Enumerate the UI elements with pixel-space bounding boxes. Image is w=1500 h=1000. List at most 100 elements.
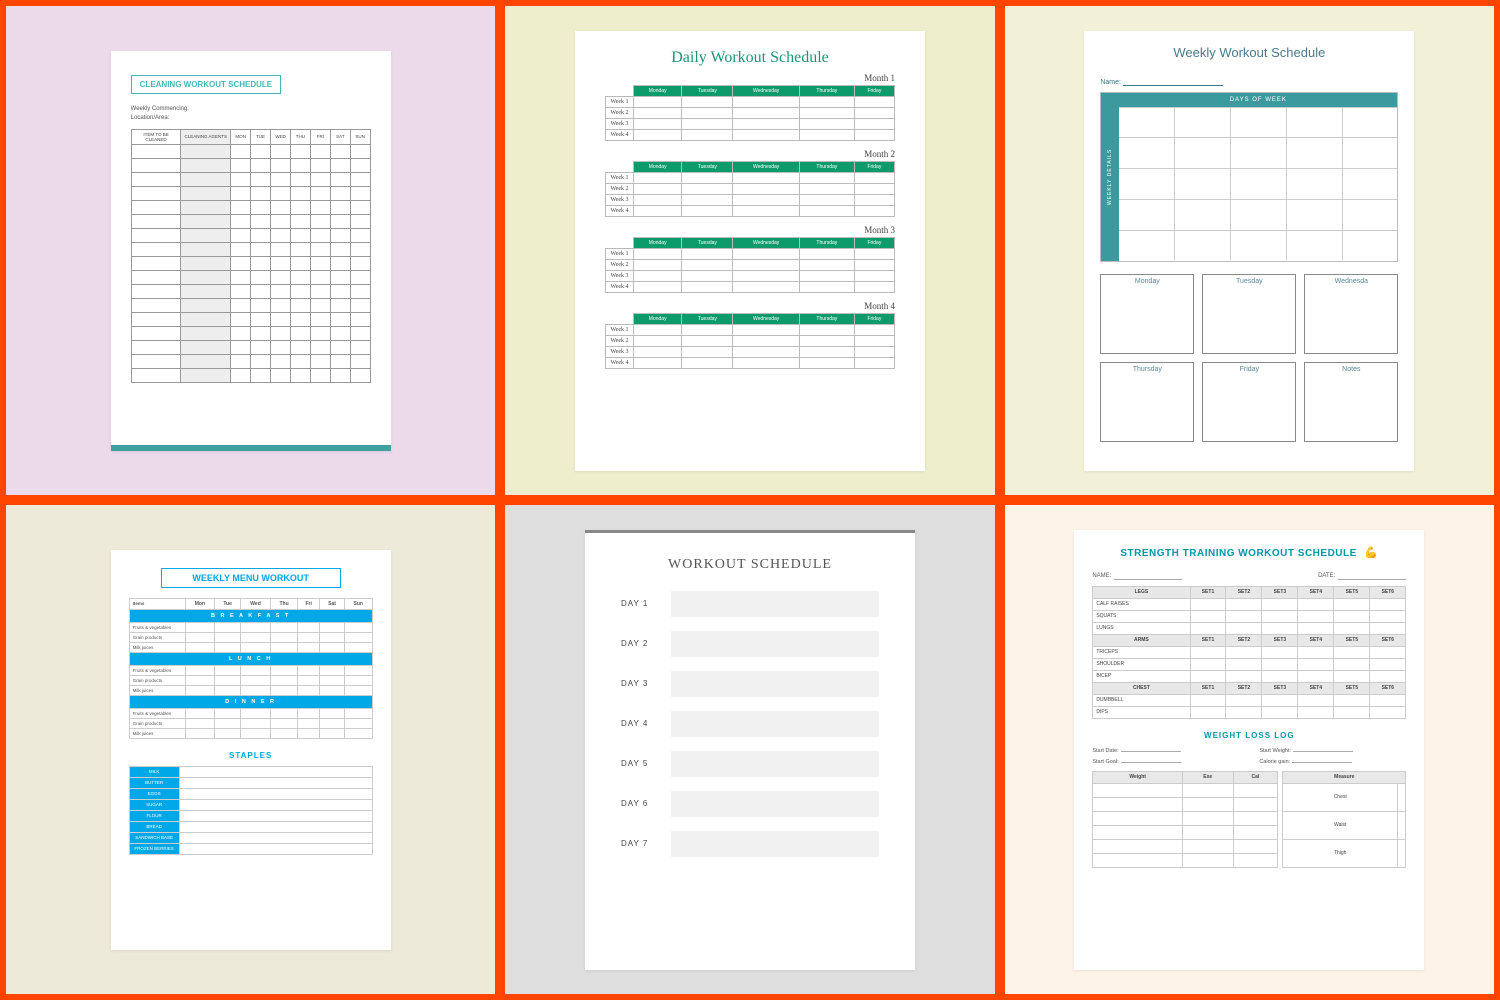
body-part: Waist: [1283, 811, 1398, 839]
row-week: Week 3: [605, 118, 633, 129]
row-item: Grain products: [129, 675, 185, 685]
template-daily-schedule[interactable]: Daily Workout Schedule Month 1MondayTues…: [505, 6, 994, 495]
th-day: Thursday: [799, 313, 854, 324]
th-day: Mon: [185, 598, 214, 609]
day-label: DAY 2: [621, 639, 671, 648]
log-col: Cal: [1233, 771, 1278, 783]
meal-header: L U N C H: [129, 652, 372, 665]
th-day: FRI: [310, 129, 330, 144]
row-item: Fruits & vegetables: [129, 622, 185, 632]
set-header: SET3: [1262, 682, 1298, 694]
row-item: Grain products: [129, 632, 185, 642]
footer-bar: [111, 445, 391, 451]
staple-label: BUTTER: [129, 777, 179, 788]
th-day: Friday: [854, 313, 894, 324]
staples-table: MILKBUTTEREGGSSUGARFLOURBREADSANDWICH BA…: [129, 766, 373, 855]
exercise-row: SHOULDER: [1093, 658, 1190, 670]
template-menu-workout[interactable]: WEEKLY MENU WORKOUT ItemsMonTueWedThuFri…: [6, 505, 495, 994]
set-header: SET4: [1298, 682, 1334, 694]
log-col: Exe: [1182, 771, 1233, 783]
day-row: DAY 4: [621, 711, 879, 737]
day-row: DAY 5: [621, 751, 879, 777]
page: Weekly Workout Schedule Name: WEEKLY DET…: [1084, 31, 1414, 471]
set-header: SET1: [1190, 634, 1226, 646]
th-items: Items: [129, 598, 185, 609]
row-week: Week 2: [605, 107, 633, 118]
day-row: DAY 6: [621, 791, 879, 817]
day-row: DAY 2: [621, 631, 879, 657]
template-cleaning-schedule[interactable]: CLEANING WORKOUT SCHEDULE Weekly Commenc…: [6, 6, 495, 495]
cleaning-table: ITEM TO BE CLEANED CLEANING AGENTS MON T…: [131, 129, 371, 383]
row-week: Week 2: [605, 335, 633, 346]
staple-label: MILK: [129, 766, 179, 777]
exercise-row: LUNGS: [1093, 622, 1190, 634]
page: Daily Workout Schedule Month 1MondayTues…: [575, 31, 925, 471]
th-day: Tuesday: [682, 313, 733, 324]
title: CLEANING WORKOUT SCHEDULE: [131, 75, 281, 94]
meal-header: B R E A K F A S T: [129, 609, 372, 622]
exercise-row: BICEP: [1093, 670, 1190, 682]
row-week: Week 1: [605, 96, 633, 107]
set-header: SET1: [1190, 682, 1226, 694]
th-day: Sun: [344, 598, 372, 609]
set-header: SET6: [1370, 634, 1406, 646]
day-row: DAY 3: [621, 671, 879, 697]
title-text: STRENGTH TRAINING WORKOUT SCHEDULE: [1120, 548, 1356, 559]
row-week: Week 4: [605, 281, 633, 292]
day-box: Wednesda: [1304, 274, 1398, 354]
month-label: Month 2: [605, 149, 895, 159]
page: CLEANING WORKOUT SCHEDULE Weekly Commenc…: [111, 51, 391, 451]
meal-header: D I N N E R: [129, 695, 372, 708]
title: Daily Workout Schedule: [605, 49, 895, 67]
set-header: SET5: [1334, 682, 1370, 694]
month-block: Month 2MondayTuesdayWednesdayThursdayFri…: [605, 149, 895, 217]
exercise-row: DIPS: [1093, 706, 1190, 718]
menu-table: ItemsMonTueWedThuFriSatSunB R E A K F A …: [129, 598, 373, 739]
exercise-row: CALF RAISES: [1093, 598, 1190, 610]
exercise-row: DUMBBELL: [1093, 694, 1190, 706]
exercise-row: TRICEPS: [1093, 646, 1190, 658]
th-day: Wednesday: [733, 161, 800, 172]
title: WEEKLY MENU WORKOUT: [161, 568, 341, 588]
day-box: [671, 671, 879, 697]
day-box: [671, 831, 879, 857]
name-label: Name:: [1100, 79, 1121, 86]
title: STRENGTH TRAINING WORKOUT SCHEDULE 💪: [1092, 546, 1406, 559]
template-strength-training[interactable]: STRENGTH TRAINING WORKOUT SCHEDULE 💪 NAM…: [1005, 505, 1494, 994]
th-day: Monday: [633, 161, 681, 172]
staple-label: EGGS: [129, 788, 179, 799]
set-header: SET4: [1298, 586, 1334, 598]
th-day: Friday: [854, 237, 894, 248]
staples-title: STAPLES: [129, 751, 373, 760]
meta-location: Location/Area:: [131, 115, 371, 121]
day-box: [671, 711, 879, 737]
th-day: Friday: [854, 85, 894, 96]
set-header: SET3: [1262, 586, 1298, 598]
day-box: Notes: [1304, 362, 1398, 442]
day-label: DAY 4: [621, 719, 671, 728]
template-weekly-schedule[interactable]: Weekly Workout Schedule Name: WEEKLY DET…: [1005, 6, 1494, 495]
body-part: Thigh: [1283, 839, 1398, 867]
body-part: Chest: [1283, 783, 1398, 811]
staple-label: FLOUR: [129, 810, 179, 821]
staple-label: SANDWICH BASE: [129, 832, 179, 843]
row-week: Week 3: [605, 194, 633, 205]
log-tables: WeightExeCal MeasureChestWaistThigh: [1092, 771, 1406, 868]
staple-label: FROZEN BERRIES: [129, 843, 179, 854]
month-label: Month 3: [605, 225, 895, 235]
day-box: Thursday: [1100, 362, 1194, 442]
side-label: WEEKLY DETAILS: [1101, 93, 1119, 261]
th-day: Wednesday: [733, 313, 800, 324]
th-day: Friday: [854, 161, 894, 172]
set-header: SET6: [1370, 586, 1406, 598]
row-item: Grain products: [129, 718, 185, 728]
day-box: Friday: [1202, 362, 1296, 442]
date-label: DATE:: [1318, 573, 1335, 579]
set-header: SET3: [1262, 634, 1298, 646]
title: Weekly Workout Schedule: [1100, 45, 1398, 60]
staple-label: SUGAR: [129, 799, 179, 810]
template-workout-days[interactable]: WORKOUT SCHEDULE DAY 1DAY 2DAY 3DAY 4DAY…: [505, 505, 994, 994]
th-day: TUE: [251, 129, 271, 144]
th-day: Wednesday: [733, 85, 800, 96]
day-row: DAY 1: [621, 591, 879, 617]
